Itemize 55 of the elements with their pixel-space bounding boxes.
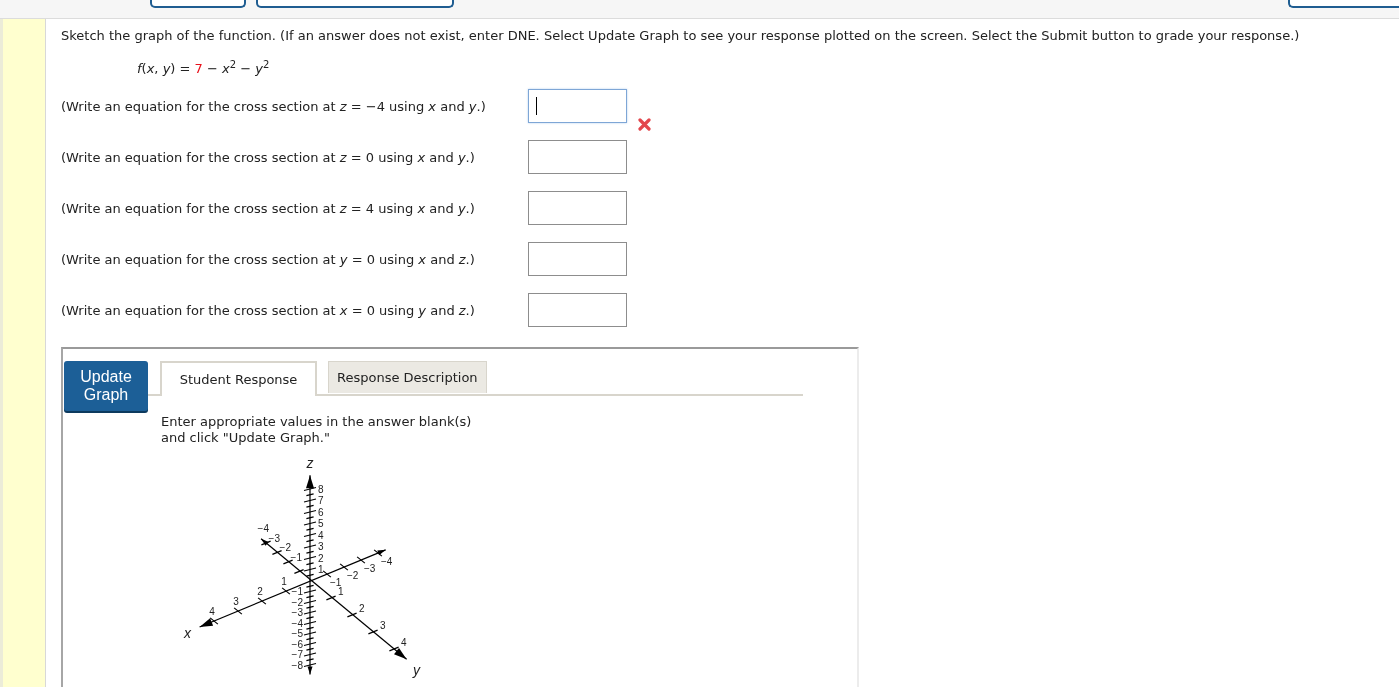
tick-label: 3	[318, 541, 324, 552]
tick-label: 5	[318, 518, 324, 529]
tick-label: −4	[257, 523, 269, 534]
update-graph-button[interactable]: Update Graph	[64, 361, 148, 411]
tick-label: −4	[291, 617, 303, 629]
tick-label: −6	[291, 638, 303, 650]
text-cursor-icon	[536, 97, 537, 115]
tick-label: −3	[364, 563, 376, 574]
tick-label: −7	[291, 649, 303, 660]
tick-label: 1	[338, 586, 344, 597]
question-prompt: (Write an equation for the cross section at x = 0 using y and z.)	[61, 302, 476, 318]
tick-label: 3	[380, 620, 386, 631]
toolbar-button[interactable]	[150, 0, 246, 8]
axis-label: z	[306, 455, 314, 472]
tick-label: 1	[281, 576, 287, 587]
tick-label: −1	[290, 551, 302, 563]
tick-label: 1	[318, 564, 324, 575]
tick-label: 3	[233, 596, 239, 607]
toolbar-button[interactable]	[256, 0, 454, 8]
tick-label: −1	[291, 586, 303, 597]
tick-label: 6	[318, 506, 324, 518]
tick-label: −3	[291, 607, 303, 618]
tick-label: −4	[381, 556, 393, 567]
tick-label: −1	[330, 577, 342, 588]
question-prompt: (Write an equation for the cross section at z = −4 using x and y.)	[61, 98, 487, 114]
instructions-text: Sketch the graph of the function. (If an answer does not exist, enter DNE. Select Update Graph to see your response plotted on the screen. Select the Submit button to grade your response.)	[61, 27, 1301, 44]
tick-label: −3	[268, 532, 280, 544]
tick-label: −2	[279, 542, 291, 553]
axis-label: x	[184, 625, 192, 641]
answer-field[interactable]	[528, 242, 627, 276]
tick-label: 4	[318, 529, 324, 541]
tab[interactable]: Response Description	[328, 361, 487, 393]
tick-label: 2	[257, 586, 263, 597]
question-prompt: (Write an equation for the cross section at y = 0 using x and z.)	[61, 251, 476, 267]
tick-label: 4	[209, 606, 215, 617]
answer-field[interactable]	[528, 191, 627, 225]
answer-field[interactable]	[528, 140, 627, 174]
question-prompt: (Write an equation for the cross section at z = 4 using x and y.)	[61, 200, 476, 216]
tab[interactable]: Student Response	[160, 361, 317, 396]
answer-field[interactable]	[528, 89, 627, 123]
function-formula: f(x, y) = 7 − x$^{2}$ − y$^{2}$	[137, 60, 271, 77]
tick-label: 2	[318, 552, 324, 564]
instruction-message: Enter appropriate values in the answer blank(s) and click "Update Graph."	[161, 414, 473, 446]
toolbar-button[interactable]	[1288, 0, 1399, 8]
tick-label: −8	[291, 659, 303, 671]
tick-label: 8	[318, 483, 324, 495]
tick-label: −2	[347, 570, 359, 581]
tick-label: 2	[359, 603, 365, 614]
tick-label: 4	[401, 637, 407, 648]
tick-label: 7	[318, 495, 324, 506]
tick-label: −2	[291, 596, 303, 608]
axis-label: y	[413, 662, 421, 679]
answer-field[interactable]	[528, 293, 627, 327]
tick-label: −5	[291, 628, 303, 639]
question-prompt: (Write an equation for the cross section at z = 0 using x and y.)	[61, 149, 476, 165]
